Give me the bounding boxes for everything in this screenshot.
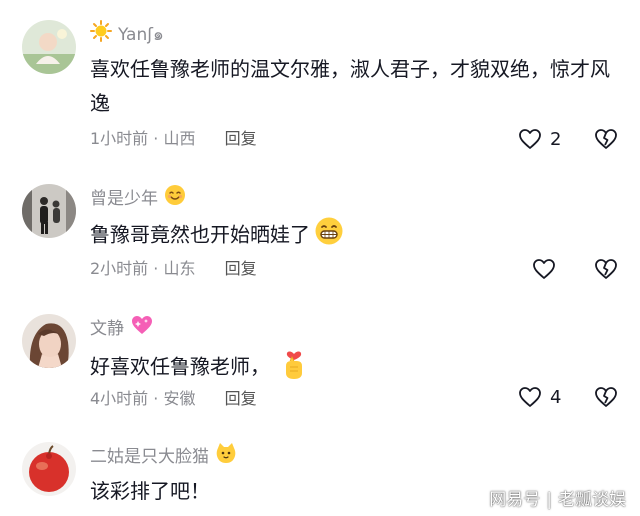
comment-text: 鲁豫哥竟然也开始晒娃了 [90,216,620,256]
reply-button[interactable]: 回复 [225,129,257,148]
username[interactable]: 曾是少年 [90,184,186,210]
comment-time: 2小时前 [90,259,149,278]
sparkling-heart-emoji [130,314,154,344]
heart-outline-icon [519,387,541,407]
avatar[interactable] [22,314,76,368]
like-count: 4 [550,386,562,408]
sun-emoji [90,20,112,50]
reply-button[interactable]: 回复 [225,259,257,278]
comment-time: 1小时前 [90,129,149,148]
comment-meta: 4小时前 · 安徽 回复 [90,389,257,408]
broken-heart-icon [595,129,617,149]
finger-heart-hand-emoji [280,346,308,390]
like-button[interactable] [532,254,564,284]
username[interactable]: 文静 [90,314,154,340]
username[interactable]: Yanʃ๑ [90,20,164,46]
dislike-button[interactable] [592,254,620,284]
comment-location: 山东 [163,259,196,278]
comment-location: 安徽 [163,389,196,408]
comment-meta: 1小时前 · 山西 回复 [90,129,257,148]
like-button[interactable]: 4 [518,382,561,412]
watermark: 网易号 | 老瓢谈娱 [489,490,626,510]
comment-time: 4小时前 [90,389,149,408]
broken-heart-icon [595,387,617,407]
heart-outline-icon [519,129,541,149]
avatar[interactable] [22,184,76,238]
reply-button[interactable]: 回复 [225,389,257,408]
dislike-button[interactable] [592,124,620,154]
dislike-button[interactable] [592,382,620,412]
comment-item: 文静 好喜欢任鲁豫老师， 4小时前 · 安徽 回复 4 [0,308,640,418]
comment-item: 曾是少年 鲁豫哥竟然也开始晒娃了 2小时前 · 山东 回复 [0,178,640,288]
like-count: 2 [550,128,562,150]
comment-meta: 2小时前 · 山东 回复 [90,259,257,278]
comment-item: Yanʃ๑ 喜欢任鲁豫老师的温文尔雅，淑人君子，才貌双绝，惊才风逸 1小时前 ·… [0,0,640,160]
comment-text: 喜欢任鲁豫老师的温文尔雅，淑人君子，才貌双绝，惊才风逸 [90,57,610,115]
heart-outline-icon [533,259,555,279]
grinning-face-emoji [314,216,344,256]
avatar[interactable] [22,442,76,496]
smiling-face-emoji [164,184,186,214]
avatar[interactable] [22,20,76,74]
broken-heart-icon [595,259,617,279]
username[interactable]: 二姑是只大脸猫 [90,442,237,468]
like-button[interactable]: 2 [518,124,561,154]
comment-location: 山西 [163,129,196,148]
cat-face-emoji [215,442,237,472]
